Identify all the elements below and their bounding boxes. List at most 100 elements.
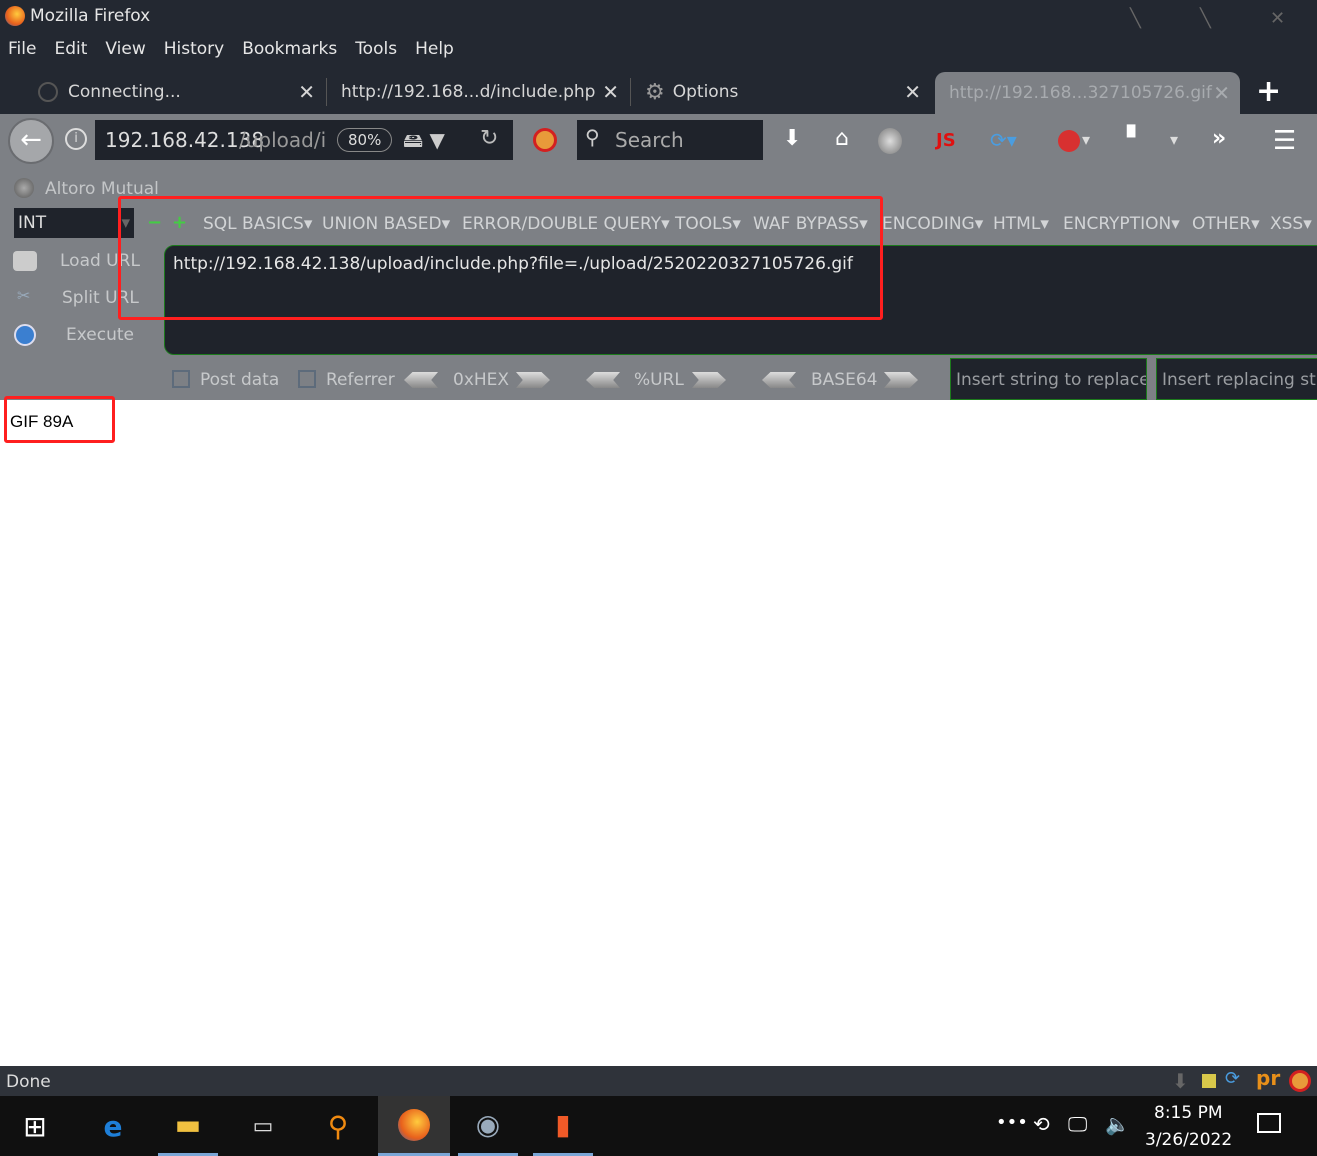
- post-data-label: Post data: [200, 370, 280, 390]
- close-window-button[interactable]: ✕: [1270, 8, 1292, 30]
- tab-options[interactable]: ⚙ Options ✕: [631, 70, 931, 114]
- menu-edit[interactable]: Edit: [54, 39, 87, 59]
- edge-icon[interactable]: e: [83, 1096, 143, 1156]
- overflow-tray-icon[interactable]: •••: [996, 1112, 1028, 1133]
- sync-status-icon[interactable]: ⟳: [1225, 1068, 1240, 1089]
- p-addon-icon[interactable]: [1202, 1074, 1216, 1088]
- clock-date[interactable]: 3/26/2022: [1145, 1130, 1232, 1150]
- js-icon[interactable]: JS: [936, 130, 956, 151]
- search-icon: ⚲: [585, 125, 600, 149]
- pr-addon-icon[interactable]: pr: [1256, 1066, 1280, 1090]
- highlight-box: [4, 396, 115, 443]
- tab-connecting[interactable]: Connecting... ✕: [0, 70, 325, 114]
- url-label: %URL: [634, 370, 684, 390]
- menu-encryption[interactable]: ENCRYPTION▾: [1063, 214, 1180, 234]
- sync-addon-icon[interactable]: ⟳▾: [990, 128, 1017, 152]
- home-icon[interactable]: ⌂: [835, 126, 849, 151]
- referrer-label: Referrer: [326, 370, 395, 390]
- highlight-box: [118, 196, 883, 320]
- burp-icon[interactable]: ▮: [533, 1096, 593, 1156]
- back-button[interactable]: ←: [8, 118, 54, 164]
- menu-encoding[interactable]: ENCODING▾: [882, 214, 983, 234]
- flag-addon-icon[interactable]: ▘: [1127, 126, 1144, 151]
- close-tab-icon[interactable]: ✕: [298, 80, 315, 104]
- volume-icon[interactable]: 🔈: [1105, 1112, 1130, 1136]
- post-data-checkbox[interactable]: [172, 370, 190, 388]
- load-url-icon: [13, 251, 37, 271]
- search-tool-icon[interactable]: ⚲: [308, 1096, 368, 1156]
- minimize-button[interactable]: ╲: [1130, 8, 1152, 30]
- tab-label: http://192.168...d/include.php: [341, 82, 596, 102]
- menu-history[interactable]: History: [164, 39, 224, 59]
- windows-start-icon[interactable]: ⊞: [5, 1096, 65, 1156]
- taskbar: ⊞ e ▬ ▭ ⚲ ◉ ▮ ••• ⟲ 🖵 🔈 8:15 PM 3/26/202…: [0, 1096, 1317, 1156]
- firefox-icon: [5, 6, 25, 26]
- noscript-status-icon[interactable]: [1289, 1070, 1311, 1092]
- close-tab-icon[interactable]: ✕: [1213, 81, 1230, 105]
- tab-gif-active[interactable]: http://192.168...327105726.gif ✕: [935, 72, 1240, 114]
- replacing-string-input[interactable]: Insert replacing string: [1156, 358, 1317, 400]
- download-icon[interactable]: ⬇: [783, 126, 801, 151]
- red-addon-icon[interactable]: [1058, 130, 1080, 152]
- type-select[interactable]: INT ▾: [14, 208, 134, 238]
- sync-tray-icon[interactable]: ⟲: [1033, 1112, 1050, 1136]
- network-icon[interactable]: 🖵: [1068, 1112, 1087, 1136]
- url-encode-arrow[interactable]: [692, 372, 726, 388]
- clock-time[interactable]: 8:15 PM: [1154, 1103, 1223, 1123]
- menu-tools[interactable]: Tools: [355, 39, 397, 59]
- menu-xss[interactable]: XSS▾: [1270, 214, 1312, 234]
- title-bar: Mozilla Firefox ╲ ╲ ✕ File Edit View His…: [0, 0, 1317, 70]
- overflow-icon[interactable]: »: [1212, 126, 1226, 151]
- navigation-toolbar: i 192.168.42.138 /upload/i 80% 🖴 ▼ ↻ ← ⚲…: [0, 114, 1317, 200]
- dropdown-icon[interactable]: ▾: [1082, 130, 1090, 149]
- menu-view[interactable]: View: [105, 39, 145, 59]
- dropdown-icon[interactable]: ▾: [1170, 130, 1178, 149]
- tab-label: Options: [672, 82, 739, 102]
- hamburger-menu-icon[interactable]: ☰: [1273, 126, 1296, 156]
- url-bar[interactable]: i 192.168.42.138 /upload/i 80% 🖴 ▼ ↻: [65, 120, 513, 160]
- hex-label: 0xHEX: [453, 370, 510, 390]
- file-explorer-icon[interactable]: ▬: [158, 1096, 218, 1156]
- window-title: Mozilla Firefox: [30, 6, 151, 26]
- base64-encode-arrow[interactable]: [884, 372, 918, 388]
- url-decode-arrow[interactable]: [586, 372, 620, 388]
- globe-icon: [14, 178, 34, 198]
- download-status-icon[interactable]: ⬇: [1172, 1069, 1189, 1093]
- search-box[interactable]: ⚲ Search: [577, 120, 763, 160]
- tab-label: Connecting...: [68, 82, 181, 102]
- base64-decode-arrow[interactable]: [762, 372, 796, 388]
- status-bar: Done ⬇ ⟳ pr: [0, 1066, 1317, 1096]
- menu-help[interactable]: Help: [415, 39, 454, 59]
- status-text: Done: [6, 1072, 51, 1092]
- menu-html[interactable]: HTML▾: [993, 214, 1049, 234]
- close-tab-icon[interactable]: ✕: [904, 80, 921, 104]
- referrer-checkbox[interactable]: [298, 370, 316, 388]
- reload-icon[interactable]: ↻: [480, 126, 498, 151]
- info-icon[interactable]: i: [65, 128, 87, 150]
- gear-icon: ⚙: [645, 79, 665, 105]
- scissors-icon: ✂: [17, 286, 31, 305]
- loading-spinner-icon: [38, 82, 58, 102]
- base64-label: BASE64: [811, 370, 878, 390]
- skull-addon-icon[interactable]: [878, 128, 902, 154]
- menu-other[interactable]: OTHER▾: [1192, 214, 1260, 234]
- new-tab-button[interactable]: +: [1256, 74, 1281, 109]
- menu-file[interactable]: File: [8, 39, 36, 59]
- noscript-icon[interactable]: [533, 128, 557, 152]
- hex-decode-arrow[interactable]: [404, 372, 438, 388]
- maximize-button[interactable]: ╲: [1200, 8, 1222, 30]
- zoom-level[interactable]: 80%: [337, 128, 393, 152]
- close-tab-icon[interactable]: ✕: [602, 80, 619, 104]
- execute-button[interactable]: Execute: [66, 325, 134, 345]
- menu-bookmarks[interactable]: Bookmarks: [242, 39, 337, 59]
- tab-include[interactable]: http://192.168...d/include.php ✕: [327, 70, 629, 114]
- app-icon[interactable]: ◉: [458, 1096, 518, 1156]
- hex-encode-arrow[interactable]: [516, 372, 550, 388]
- replace-string-input[interactable]: Insert string to replace: [950, 358, 1147, 400]
- terminal-icon[interactable]: ▭: [233, 1096, 293, 1156]
- tab-label: http://192.168...327105726.gif: [949, 83, 1212, 103]
- firefox-taskbar-icon[interactable]: [378, 1096, 450, 1156]
- storage-icon[interactable]: 🖴 ▼: [403, 126, 445, 160]
- notifications-icon[interactable]: [1257, 1113, 1281, 1133]
- menu-bar: File Edit View History Bookmarks Tools H…: [8, 39, 454, 59]
